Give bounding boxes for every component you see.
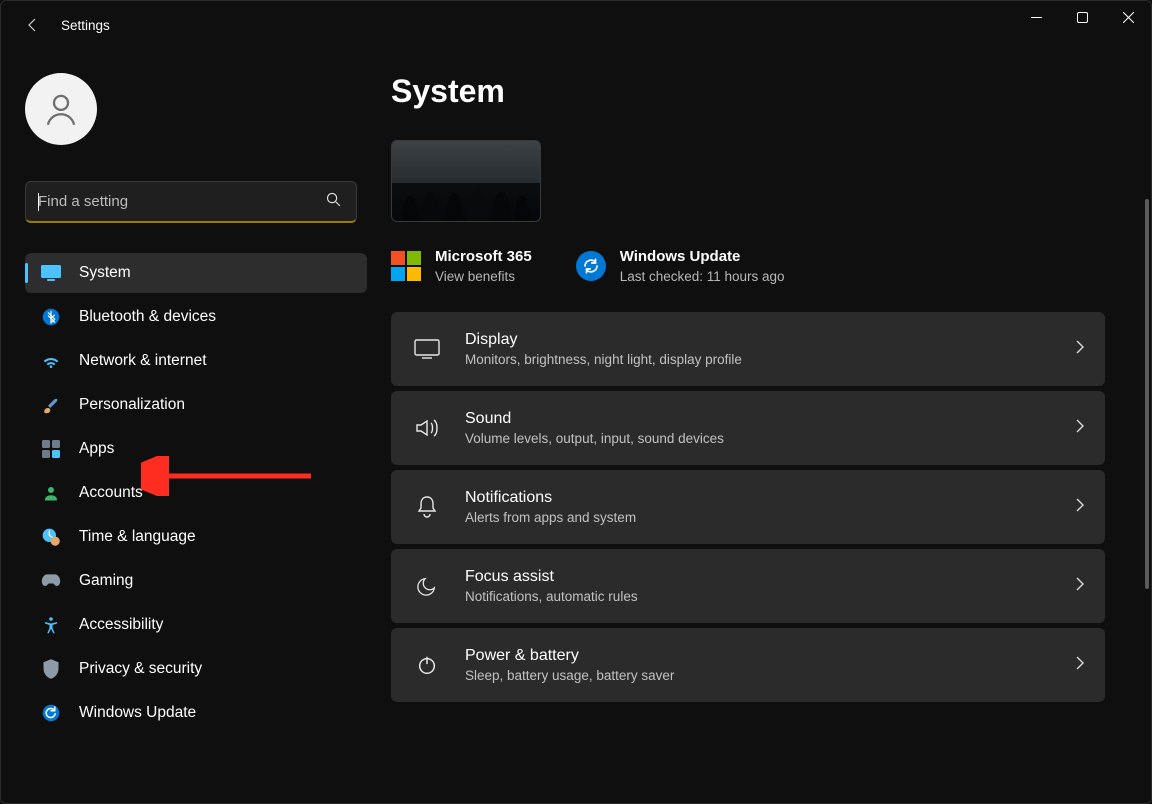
sidebar-item-label: Bluetooth & devices xyxy=(79,308,216,326)
sound-icon xyxy=(413,414,441,442)
person-icon xyxy=(41,483,61,503)
card-desc: Volume levels, output, input, sound devi… xyxy=(465,431,1075,446)
card-title: Notifications xyxy=(465,489,1075,507)
nav-list: System Bluetooth & devices Network & int… xyxy=(25,253,367,733)
settings-cards: Display Monitors, brightness, night ligh… xyxy=(391,312,1105,702)
sidebar-item-apps[interactable]: Apps xyxy=(25,429,367,469)
card-power-battery[interactable]: Power & battery Sleep, battery usage, ba… xyxy=(391,628,1105,702)
gamepad-icon xyxy=(41,571,61,591)
card-desc: Sleep, battery usage, battery saver xyxy=(465,668,1075,683)
sidebar-item-time-language[interactable]: Time & language xyxy=(25,517,367,557)
card-desc: Notifications, automatic rules xyxy=(465,589,1075,604)
close-icon xyxy=(1123,12,1134,23)
wallpaper-thumb xyxy=(392,183,540,221)
sidebar-item-accessibility[interactable]: Accessibility xyxy=(25,605,367,645)
sidebar-item-windows-update[interactable]: Windows Update xyxy=(25,693,367,733)
sidebar-item-label: Accessibility xyxy=(79,616,163,634)
card-notifications[interactable]: Notifications Alerts from apps and syste… xyxy=(391,470,1105,544)
display-icon xyxy=(413,335,441,363)
service-subtitle: Last checked: 11 hours ago xyxy=(620,269,785,284)
card-focus-assist[interactable]: Focus assist Notifications, automatic ru… xyxy=(391,549,1105,623)
service-microsoft365[interactable]: Microsoft 365 View benefits xyxy=(391,248,532,284)
shield-icon xyxy=(41,659,61,679)
sidebar-item-label: Network & internet xyxy=(79,352,207,370)
service-title: Microsoft 365 xyxy=(435,248,532,265)
card-display[interactable]: Display Monitors, brightness, night ligh… xyxy=(391,312,1105,386)
card-sound[interactable]: Sound Volume levels, output, input, soun… xyxy=(391,391,1105,465)
sidebar-item-accounts[interactable]: Accounts xyxy=(25,473,367,513)
chevron-right-icon xyxy=(1075,497,1085,518)
card-title: Sound xyxy=(465,410,1075,428)
bluetooth-icon xyxy=(41,307,61,327)
person-outline-icon xyxy=(40,88,82,130)
accessibility-icon xyxy=(41,615,61,635)
power-icon xyxy=(413,651,441,679)
monitor-icon xyxy=(41,263,61,283)
sidebar-item-label: Privacy & security xyxy=(79,660,202,678)
sidebar-item-bluetooth[interactable]: Bluetooth & devices xyxy=(25,297,367,337)
search-input[interactable] xyxy=(38,193,312,210)
scrollbar[interactable] xyxy=(1145,199,1149,589)
bell-icon xyxy=(413,493,441,521)
card-title: Power & battery xyxy=(465,647,1075,665)
close-button[interactable] xyxy=(1105,1,1151,33)
sidebar-item-gaming[interactable]: Gaming xyxy=(25,561,367,601)
maximize-button[interactable] xyxy=(1059,1,1105,33)
card-desc: Monitors, brightness, night light, displ… xyxy=(465,352,1075,367)
card-title: Focus assist xyxy=(465,568,1075,586)
service-tiles: Microsoft 365 View benefits Windows Upda… xyxy=(391,248,1131,284)
update-icon xyxy=(41,703,61,723)
chevron-right-icon xyxy=(1075,576,1085,597)
back-arrow-icon xyxy=(25,17,41,33)
maximize-icon xyxy=(1077,12,1088,23)
search-caret xyxy=(38,193,39,211)
chevron-right-icon xyxy=(1075,418,1085,439)
app-name: Settings xyxy=(61,18,110,33)
sidebar-item-network[interactable]: Network & internet xyxy=(25,341,367,381)
sidebar-item-system[interactable]: System xyxy=(25,253,367,293)
search-icon xyxy=(325,191,342,213)
back-button[interactable] xyxy=(13,5,53,45)
search-box[interactable] xyxy=(25,181,357,223)
service-title: Windows Update xyxy=(620,248,785,265)
titlebar: Settings xyxy=(1,1,1151,49)
sidebar-item-label: Accounts xyxy=(79,484,143,502)
minimize-button[interactable] xyxy=(1013,1,1059,33)
card-desc: Alerts from apps and system xyxy=(465,510,1075,525)
card-title: Display xyxy=(465,331,1075,349)
sidebar-item-privacy[interactable]: Privacy & security xyxy=(25,649,367,689)
brush-icon xyxy=(41,395,61,415)
microsoft-logo-icon xyxy=(391,251,421,281)
chevron-right-icon xyxy=(1075,655,1085,676)
windows-update-icon xyxy=(576,251,606,281)
sidebar-item-label: System xyxy=(79,264,131,282)
device-preview[interactable] xyxy=(391,140,541,222)
page-title: System xyxy=(391,73,1131,110)
sidebar-item-personalization[interactable]: Personalization xyxy=(25,385,367,425)
sidebar-item-label: Gaming xyxy=(79,572,133,590)
sidebar-item-label: Apps xyxy=(79,440,114,458)
moon-icon xyxy=(413,572,441,600)
sidebar-item-label: Windows Update xyxy=(79,704,196,722)
sidebar-item-label: Time & language xyxy=(79,528,196,546)
sidebar-item-label: Personalization xyxy=(79,396,185,414)
avatar xyxy=(25,73,97,145)
service-windows-update[interactable]: Windows Update Last checked: 11 hours ag… xyxy=(576,248,785,284)
account-row[interactable] xyxy=(25,73,367,145)
apps-icon xyxy=(41,439,61,459)
sidebar: System Bluetooth & devices Network & int… xyxy=(1,49,391,803)
clock-globe-icon xyxy=(41,527,61,547)
minimize-icon xyxy=(1031,12,1042,23)
service-subtitle: View benefits xyxy=(435,269,532,284)
chevron-right-icon xyxy=(1075,339,1085,360)
main-content: System Microsoft 365 View benefits Windo… xyxy=(391,49,1151,803)
window-buttons xyxy=(1013,1,1151,33)
wifi-icon xyxy=(41,351,61,371)
